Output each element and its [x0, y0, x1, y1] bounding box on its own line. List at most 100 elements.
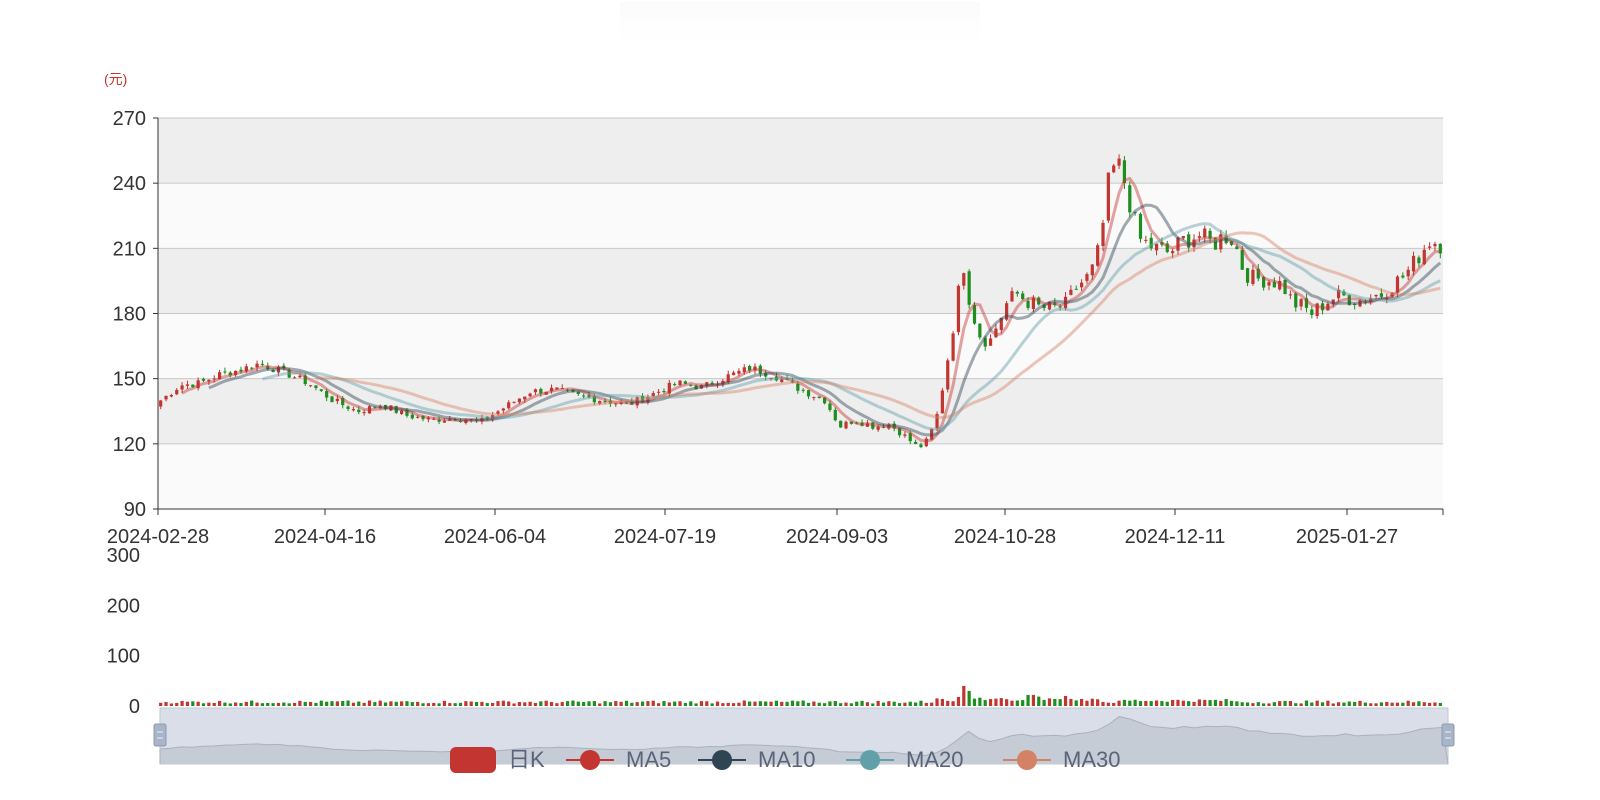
candle-body — [1079, 282, 1084, 288]
volume-bar — [887, 701, 891, 706]
volume-bar — [619, 701, 623, 706]
volume-bar — [560, 702, 564, 706]
volume-tick-label: 100 — [107, 646, 140, 668]
volume-bar — [742, 700, 746, 706]
candle-body — [175, 389, 179, 395]
volume-bar — [769, 701, 773, 706]
volume-bar — [276, 702, 281, 706]
volume-bar — [640, 701, 645, 706]
candle-body — [298, 375, 302, 378]
candle-body — [956, 285, 961, 333]
volume-bar — [1074, 700, 1078, 706]
volume-bar — [962, 685, 966, 706]
price-axis-labels: 270 240 210 180 150 120 90 — [113, 108, 146, 521]
volume-bar — [630, 702, 634, 706]
volume-bar — [325, 701, 329, 706]
candle-body — [314, 385, 318, 389]
volume-bar — [705, 701, 709, 706]
candle-body — [346, 406, 350, 409]
volume-bar — [196, 701, 200, 706]
candle-body — [657, 391, 661, 393]
volume-bar — [255, 702, 259, 706]
volume-bar — [699, 701, 704, 706]
volume-bar — [528, 701, 532, 706]
volume-bar — [603, 701, 607, 706]
volume-bar — [271, 703, 275, 706]
volume-bar — [432, 702, 436, 706]
volume-bar — [817, 702, 821, 706]
volume-bar — [1294, 703, 1298, 706]
volume-bar — [1203, 699, 1207, 706]
zoom-handle-right[interactable] — [1441, 723, 1455, 747]
volume-bar — [710, 703, 714, 706]
volume-bar — [389, 701, 393, 706]
volume-bar — [228, 703, 232, 706]
candle-body — [159, 400, 163, 407]
candle-body — [1379, 293, 1384, 297]
candle-body — [940, 390, 944, 414]
volume-bar — [828, 701, 832, 706]
candle-body — [164, 395, 168, 400]
volume-bar — [330, 701, 334, 706]
volume-bar — [1208, 700, 1212, 706]
candle-body — [1096, 245, 1100, 266]
volume-bar — [871, 703, 875, 706]
volume-bar — [1379, 702, 1384, 706]
volume-bar — [207, 702, 211, 706]
volume-bars — [159, 685, 1442, 706]
volume-bar — [212, 702, 216, 706]
volume-bar — [582, 702, 586, 706]
candle-body — [806, 390, 811, 397]
volume-bar — [1005, 699, 1009, 706]
volume-bar — [930, 702, 934, 706]
volume-bar — [346, 700, 350, 706]
volume-bar — [1438, 702, 1442, 706]
volume-bar — [1411, 702, 1416, 706]
candle-body — [1106, 172, 1110, 221]
volume-bar — [164, 702, 168, 706]
volume-bar — [1112, 702, 1116, 706]
volume-bar — [608, 702, 613, 706]
volume-bar — [865, 702, 870, 706]
volume-bar — [978, 697, 982, 706]
volume-bar — [1353, 701, 1357, 706]
volume-bar — [496, 701, 500, 706]
candle-body — [319, 389, 323, 391]
candle-body — [1144, 239, 1148, 241]
volume-bar — [983, 700, 987, 706]
volume-bar — [292, 702, 297, 706]
volume-bar — [903, 702, 907, 706]
candle-body — [1299, 299, 1303, 307]
volume-bar — [351, 702, 356, 706]
candle-body — [1181, 236, 1185, 239]
volume-bar — [362, 702, 366, 706]
volume-bar — [812, 701, 816, 706]
volume-bar — [416, 701, 420, 706]
volume-bar — [287, 703, 291, 706]
candle-body — [978, 323, 982, 338]
volume-bar — [1395, 702, 1400, 706]
volume-bar — [469, 701, 473, 706]
volume-bar — [223, 702, 227, 706]
volume-bar — [1229, 700, 1234, 706]
volume-bar — [999, 698, 1003, 706]
volume-bar — [201, 703, 206, 706]
volume-bar — [592, 701, 596, 706]
volume-bar — [1288, 701, 1293, 706]
volume-bar — [1154, 700, 1159, 706]
volume-bar — [1138, 701, 1143, 706]
volume-bar — [1385, 701, 1389, 706]
volume-bar — [994, 698, 998, 706]
candle-body — [801, 389, 805, 391]
candle-body — [501, 408, 505, 411]
volume-bar — [855, 701, 859, 706]
volume-bar — [400, 701, 404, 706]
volume-bar — [1240, 702, 1244, 706]
volume-bar — [988, 699, 993, 706]
candle-body — [796, 383, 800, 391]
volume-bar — [897, 703, 902, 706]
volume-bar — [689, 701, 693, 706]
zoom-handle-left[interactable] — [153, 723, 167, 747]
volume-bar — [1058, 699, 1062, 706]
candle-body — [673, 384, 677, 386]
